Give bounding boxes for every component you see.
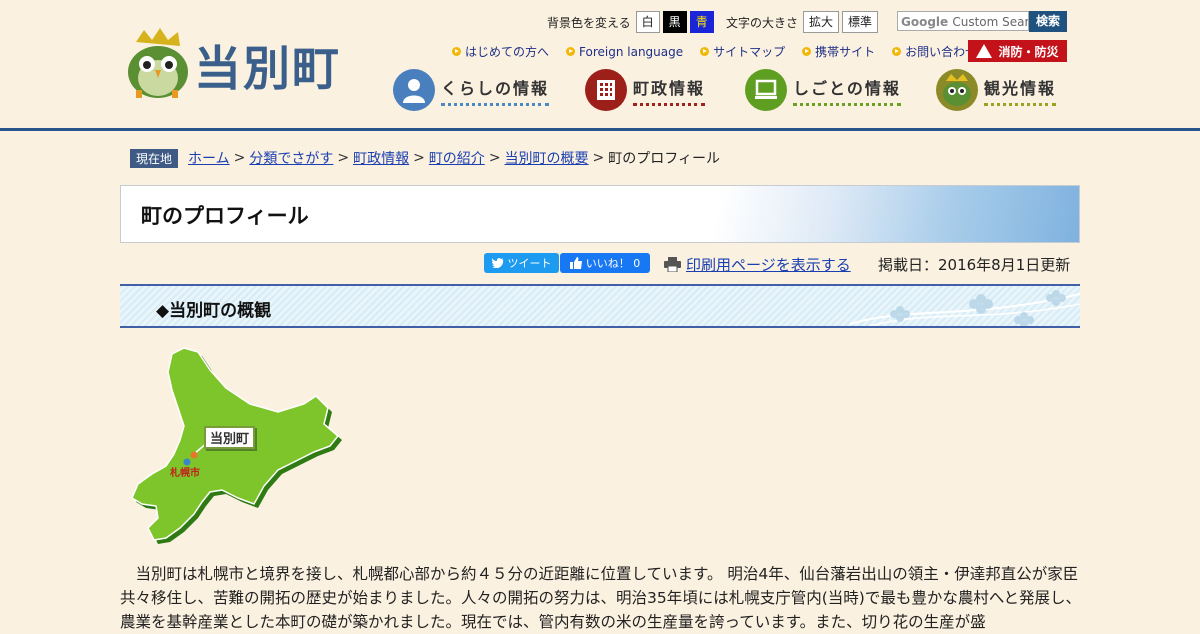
gnav-administration[interactable]: 町政情報	[585, 68, 706, 112]
link-label: はじめての方へ	[465, 45, 550, 59]
tweet-label: ツイート	[507, 257, 552, 270]
link-foreign-language[interactable]: Foreign language	[566, 43, 683, 60]
link-contact[interactable]: お問い合わせ	[892, 43, 977, 60]
breadcrumb-current: 町のプロフィール	[608, 151, 721, 167]
font-size-switcher: 文字の大きさ 拡大 標準	[726, 11, 879, 33]
computer-icon	[745, 69, 787, 111]
body-paragraph: 当別町は札幌市と境界を接し、札幌都心部から約４５分の近距離に位置しています。 明…	[120, 565, 1082, 631]
gnav-living[interactable]: くらしの情報	[393, 68, 550, 112]
logo-text: 当別町	[194, 42, 341, 97]
breadcrumb-town-intro[interactable]: 町の紹介	[429, 148, 485, 168]
breadcrumb-separator: >	[413, 150, 425, 166]
town-label: 当別町	[204, 426, 256, 449]
twitter-bird-icon	[491, 258, 504, 268]
site-header: 当別町 背景色を変える 白 黒 青 文字の大きさ 拡大 標準 Google Cu…	[0, 0, 1200, 132]
header-divider	[0, 128, 1200, 131]
printer-icon	[664, 257, 681, 272]
breadcrumb-separator: >	[233, 150, 246, 166]
breadcrumb-separator: >	[337, 150, 350, 166]
breadcrumb-home[interactable]: ホーム	[188, 148, 230, 168]
page-title-box: 町のプロフィール	[120, 185, 1080, 243]
print-label[interactable]: 印刷用ページを表示する	[686, 254, 851, 275]
mascot-icon	[936, 69, 978, 111]
link-sitemap[interactable]: サイトマップ	[700, 43, 785, 60]
page-title: 町のプロフィール	[141, 204, 309, 228]
search-input[interactable]: Google Custom Search	[897, 11, 1029, 31]
section-heading: ◆当別町の概観	[120, 284, 1080, 328]
gnav-label: くらしの情報	[441, 75, 550, 106]
published-date: 掲載日：2016年8月1日更新	[878, 256, 1071, 274]
font-enlarge-button[interactable]: 拡大	[803, 11, 840, 33]
hokkaido-map: 当別町 札幌市	[118, 342, 346, 548]
google-mark: Google	[901, 15, 953, 29]
site-logo[interactable]: 当別町	[122, 28, 372, 100]
link-mobile-site[interactable]: 携帯サイト	[802, 43, 875, 60]
tweet-button[interactable]: ツイート	[484, 253, 559, 273]
like-button[interactable]: いいね！ 0	[560, 253, 650, 273]
gnav-label: しごとの情報	[793, 75, 901, 106]
person-icon	[393, 69, 435, 111]
like-label: いいね！ 0	[585, 257, 641, 270]
link-label: サイトマップ	[713, 45, 786, 59]
breadcrumb-separator: >	[488, 150, 501, 166]
town-marker	[190, 451, 198, 459]
arrow-dot-icon	[700, 47, 710, 56]
bg-blue-button[interactable]: 青	[689, 11, 714, 33]
arrow-dot-icon	[452, 47, 461, 56]
search-button[interactable]: 検索	[1029, 11, 1067, 32]
arrow-dot-icon	[802, 47, 812, 56]
font-size-label: 文字の大きさ	[726, 15, 799, 30]
gnav-label: 町政情報	[633, 75, 706, 106]
mascot-icon	[128, 28, 188, 98]
search-placeholder: Custom Search	[952, 15, 1029, 29]
bg-white-button[interactable]: 白	[635, 11, 660, 33]
bg-color-label: 背景色を変える	[547, 15, 631, 30]
bg-black-button[interactable]: 黒	[662, 11, 687, 33]
link-label: お問い合わせ	[905, 45, 978, 59]
arrow-dot-icon	[892, 47, 902, 56]
utility-links: はじめての方へ Foreign language サイトマップ 携帯サイト お問…	[452, 43, 994, 60]
gnav-jobs[interactable]: しごとの情報	[745, 68, 901, 112]
disaster-button[interactable]: 消防・防災	[968, 40, 1067, 62]
link-first-time[interactable]: はじめての方へ	[452, 43, 549, 60]
font-standard-button[interactable]: 標準	[842, 11, 879, 33]
arrow-dot-icon	[566, 47, 576, 56]
bg-color-switcher: 背景色を変える 白 黒 青	[547, 11, 714, 33]
breadcrumb-administration[interactable]: 町政情報	[353, 148, 409, 168]
breadcrumb-separator: >	[592, 150, 605, 166]
gnav-tourism[interactable]: 観光情報	[936, 68, 1057, 112]
disaster-label: 消防・防災	[998, 44, 1059, 59]
share-buttons: ツイート いいね！ 0	[484, 252, 650, 274]
link-label: 携帯サイト	[815, 45, 876, 59]
gnav-label: 観光情報	[984, 75, 1057, 106]
thumbs-up-icon	[569, 257, 582, 269]
section-heading-text: ◆当別町の概観	[156, 301, 272, 321]
print-link[interactable]: 印刷用ページを表示する	[664, 254, 851, 275]
warning-icon	[976, 44, 993, 58]
breadcrumb-overview[interactable]: 当別町の概要	[505, 148, 589, 168]
city-label: 札幌市	[170, 468, 200, 479]
flower-decoration-icon	[850, 290, 1080, 326]
link-label: Foreign language	[579, 44, 684, 59]
building-icon	[585, 69, 627, 111]
breadcrumb: 現在地 ホーム > 分類でさがす > 町政情報 > 町の紹介 > 当別町の概要 …	[130, 148, 720, 168]
breadcrumb-category[interactable]: 分類でさがす	[249, 148, 333, 168]
current-location-badge: 現在地	[130, 148, 179, 168]
